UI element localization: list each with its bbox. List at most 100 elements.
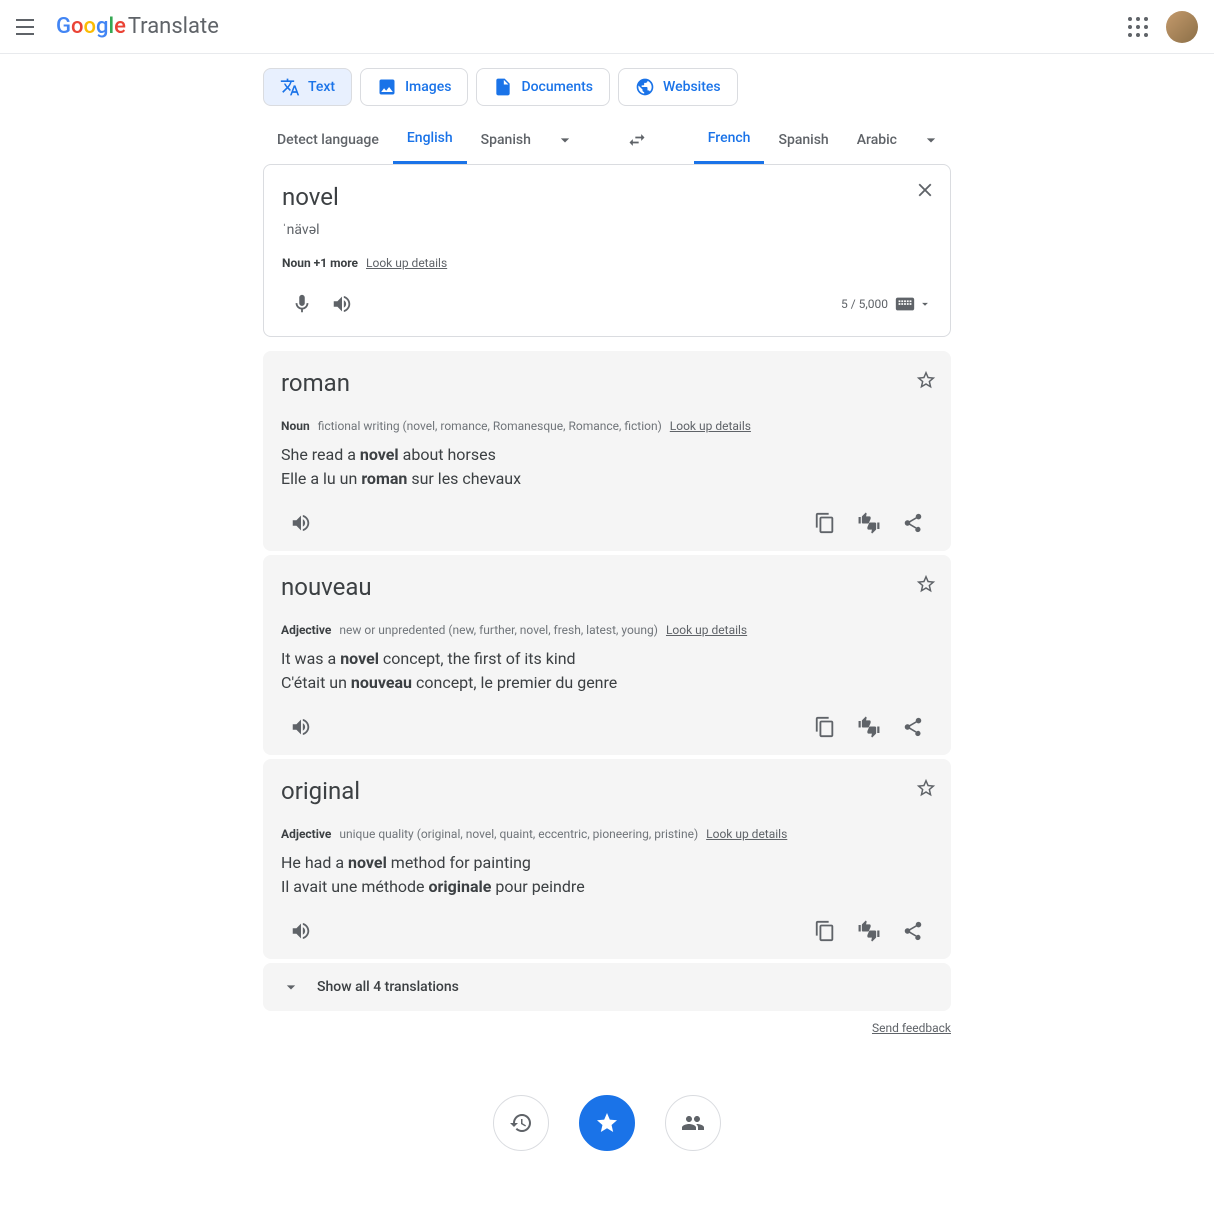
speaker-icon [290, 716, 312, 738]
source-lang-english[interactable]: English [393, 116, 467, 164]
example-french: Il avait une méthode originale pour pein… [281, 875, 933, 899]
share-translation-button[interactable] [893, 707, 933, 747]
rate-translation-button[interactable] [849, 707, 889, 747]
chevron-down-icon [555, 130, 575, 150]
profile-avatar[interactable] [1166, 11, 1198, 43]
copy-icon [814, 716, 836, 738]
rate-translation-button[interactable] [849, 911, 889, 951]
source-text-input[interactable]: novel [282, 181, 932, 215]
share-translation-button[interactable] [893, 911, 933, 951]
globe-icon [635, 77, 655, 97]
result-title: roman [281, 369, 933, 397]
thumbs-icon [858, 716, 880, 738]
mode-websites-tab[interactable]: Websites [618, 68, 738, 106]
target-lang-french[interactable]: French [694, 116, 765, 164]
apps-grid-icon[interactable] [1126, 15, 1150, 39]
source-lang-more-button[interactable] [545, 120, 585, 160]
result-card: original Adjective unique quality (origi… [263, 759, 951, 959]
chevron-down-icon [918, 297, 932, 311]
star-outline-icon [915, 369, 937, 391]
result-lookup-link[interactable]: Look up details [670, 419, 751, 433]
listen-translation-button[interactable] [281, 503, 321, 543]
saved-button[interactable] [579, 1095, 635, 1151]
history-button[interactable] [493, 1095, 549, 1151]
hamburger-menu-icon[interactable] [16, 15, 40, 39]
star-outline-icon [915, 777, 937, 799]
source-pos-summary: Noun +1 more [282, 256, 358, 270]
save-translation-button[interactable] [915, 777, 937, 803]
result-desc: fictional writing (novel, romance, Roman… [318, 419, 662, 433]
mode-documents-label: Documents [521, 79, 593, 95]
history-icon [509, 1111, 533, 1135]
result-pos: Adjective [281, 623, 331, 637]
share-icon [902, 716, 924, 738]
microphone-icon [291, 293, 313, 315]
save-translation-button[interactable] [915, 573, 937, 599]
result-lookup-link[interactable]: Look up details [706, 827, 787, 841]
copy-translation-button[interactable] [805, 911, 845, 951]
document-icon [493, 77, 513, 97]
star-icon [595, 1111, 619, 1135]
send-feedback-link[interactable]: Send feedback [263, 1021, 951, 1035]
source-lang-spanish[interactable]: Spanish [467, 116, 545, 164]
speaker-icon [331, 293, 353, 315]
example-french: C'était un nouveau concept, le premier d… [281, 671, 933, 695]
share-icon [902, 512, 924, 534]
mode-images-tab[interactable]: Images [360, 68, 468, 106]
speaker-icon [290, 512, 312, 534]
mode-websites-label: Websites [663, 79, 721, 95]
rate-translation-button[interactable] [849, 503, 889, 543]
translate-icon [280, 77, 300, 97]
mode-documents-tab[interactable]: Documents [476, 68, 610, 106]
result-card: nouveau Adjective new or unpredented (ne… [263, 555, 951, 755]
show-all-translations-button[interactable]: Show all 4 translations [263, 963, 951, 1011]
close-icon [914, 179, 936, 201]
people-icon [681, 1111, 705, 1135]
save-translation-button[interactable] [915, 369, 937, 395]
thumbs-icon [858, 512, 880, 534]
source-lookup-link[interactable]: Look up details [366, 256, 447, 270]
example-french: Elle a lu un roman sur les chevaux [281, 467, 933, 491]
chevron-down-icon [921, 130, 941, 150]
char-counter: 5 / 5,000 [841, 297, 888, 311]
share-translation-button[interactable] [893, 503, 933, 543]
result-lookup-link[interactable]: Look up details [666, 623, 747, 637]
target-lang-arabic[interactable]: Arabic [843, 116, 911, 164]
contribute-button[interactable] [665, 1095, 721, 1151]
swap-languages-button[interactable] [617, 120, 657, 160]
listen-translation-button[interactable] [281, 911, 321, 951]
source-pronunciation: ˈnävəl [282, 221, 932, 238]
image-icon [377, 77, 397, 97]
target-lang-spanish[interactable]: Spanish [764, 116, 842, 164]
language-bar: Detect language English Spanish French S… [263, 116, 951, 164]
translate-label: Translate [128, 14, 219, 39]
copy-translation-button[interactable] [805, 503, 845, 543]
result-title: nouveau [281, 573, 933, 601]
result-title: original [281, 777, 933, 805]
result-desc: new or unpredented (new, further, novel,… [339, 623, 658, 637]
source-lang-detect[interactable]: Detect language [263, 116, 393, 164]
clear-input-button[interactable] [914, 179, 936, 205]
swap-icon [627, 130, 647, 150]
listen-source-button[interactable] [322, 284, 362, 324]
result-pos: Noun [281, 419, 310, 433]
keyboard-button[interactable] [894, 293, 932, 315]
example-english: He had a novel method for painting [281, 851, 933, 875]
listen-translation-button[interactable] [281, 707, 321, 747]
mode-images-label: Images [405, 79, 451, 95]
keyboard-icon [894, 293, 916, 315]
result-desc: unique quality (original, novel, quaint,… [339, 827, 698, 841]
result-pos: Adjective [281, 827, 331, 841]
mode-text-tab[interactable]: Text [263, 68, 352, 106]
source-card: novel ˈnävəl Noun +1 more Look up detail… [263, 164, 951, 337]
share-icon [902, 920, 924, 942]
copy-translation-button[interactable] [805, 707, 845, 747]
example-english: It was a novel concept, the first of its… [281, 647, 933, 671]
google-translate-logo[interactable]: Google Translate [56, 14, 219, 39]
target-lang-more-button[interactable] [911, 120, 951, 160]
speaker-icon [290, 920, 312, 942]
thumbs-icon [858, 920, 880, 942]
star-outline-icon [915, 573, 937, 595]
mic-button[interactable] [282, 284, 322, 324]
show-all-label: Show all 4 translations [317, 979, 459, 995]
